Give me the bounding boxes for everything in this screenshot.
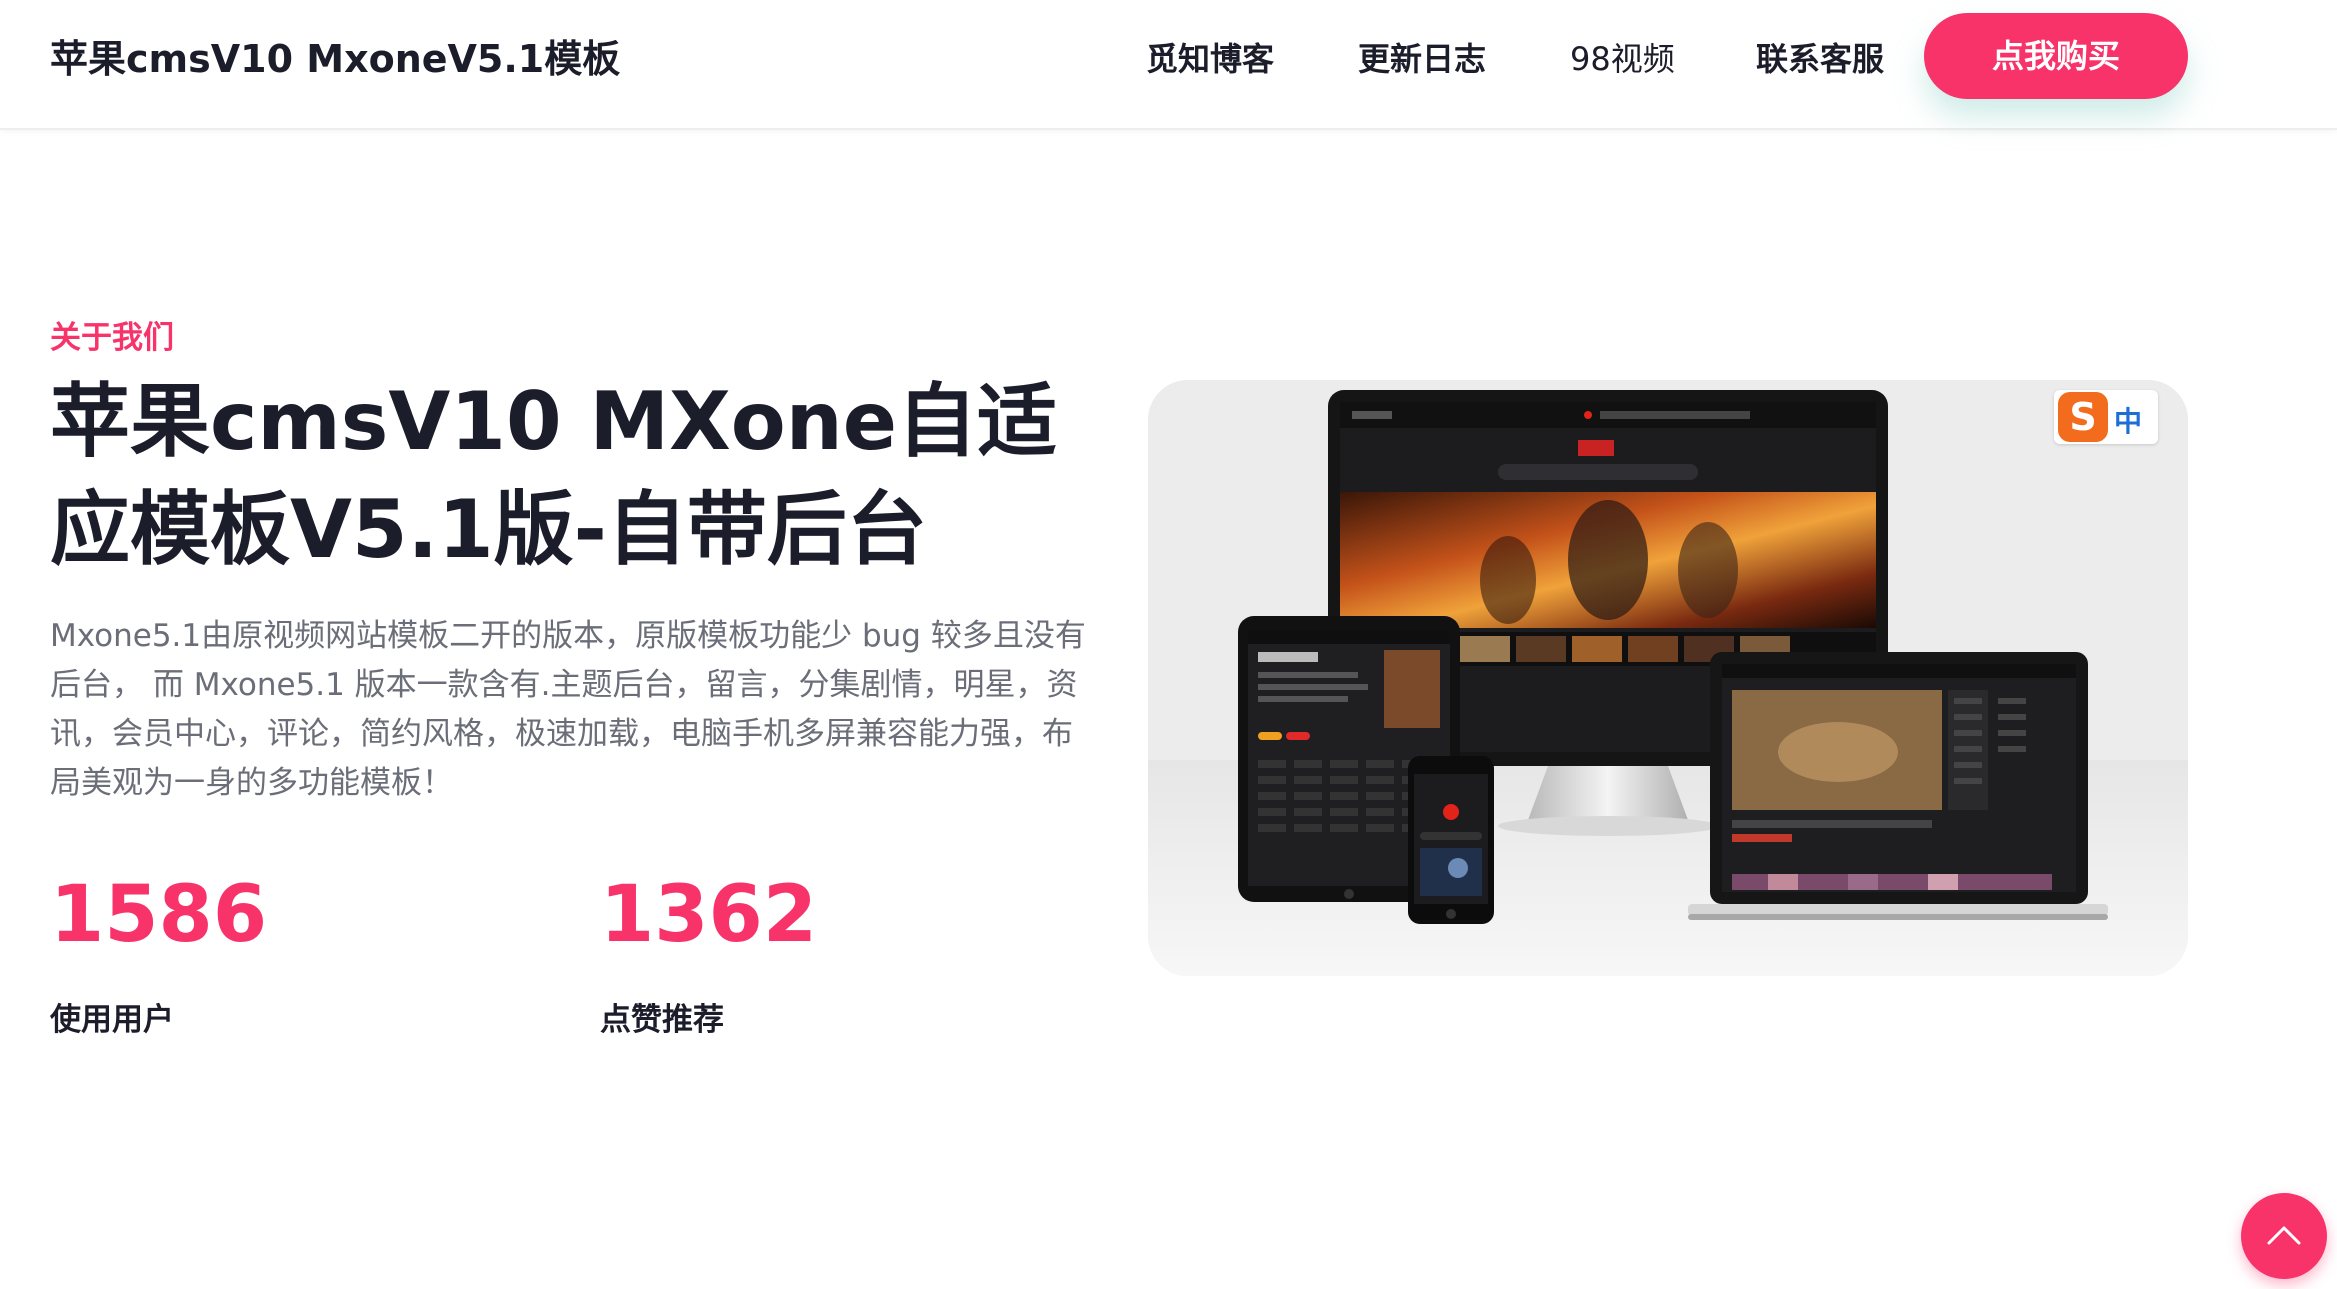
laptop-device — [1688, 652, 2108, 920]
stat-likes-count: 1362 — [600, 870, 818, 960]
sogou-ime-icon: S — [2058, 392, 2108, 442]
sogou-ime-badge[interactable]: S 中 — [2054, 390, 2158, 444]
hero-title: 苹果cmsV10 MXone自适应模板V5.1版-自带后台 — [50, 375, 1057, 576]
stat-users-count: 1586 — [50, 870, 268, 960]
nav-item-blog[interactable]: 觅知博客 — [1146, 34, 1274, 80]
phone-device — [1408, 756, 1494, 924]
device-mockup-image: S 中 — [1148, 380, 2188, 976]
back-to-top-button[interactable] — [2241, 1193, 2327, 1279]
nav-item-98video[interactable]: 98视频 — [1570, 34, 1675, 80]
nav-item-changelog[interactable]: 更新日志 — [1358, 34, 1486, 80]
buy-button[interactable]: 点我购买 — [1924, 13, 2188, 99]
stat-likes-label: 点赞推荐 — [600, 1002, 724, 1038]
site-logo-text[interactable]: 苹果cmsV10 MxoneV5.1模板 — [50, 28, 620, 83]
site-header: 苹果cmsV10 MxoneV5.1模板 觅知博客 更新日志 98视频 联系客服… — [0, 0, 2337, 130]
ime-language-indicator: 中 — [2114, 405, 2143, 438]
chevron-up-icon — [2267, 1226, 2301, 1245]
hero-description: Mxone5.1由原视频网站模板二开的版本，原版模板功能少 bug 较多且没有后… — [50, 618, 1086, 801]
nav-item-support[interactable]: 联系客服 — [1756, 34, 1884, 80]
section-label: 关于我们 — [50, 320, 174, 356]
device-mockup-illustration — [1148, 380, 2188, 976]
stat-users-label: 使用用户 — [50, 1002, 174, 1038]
